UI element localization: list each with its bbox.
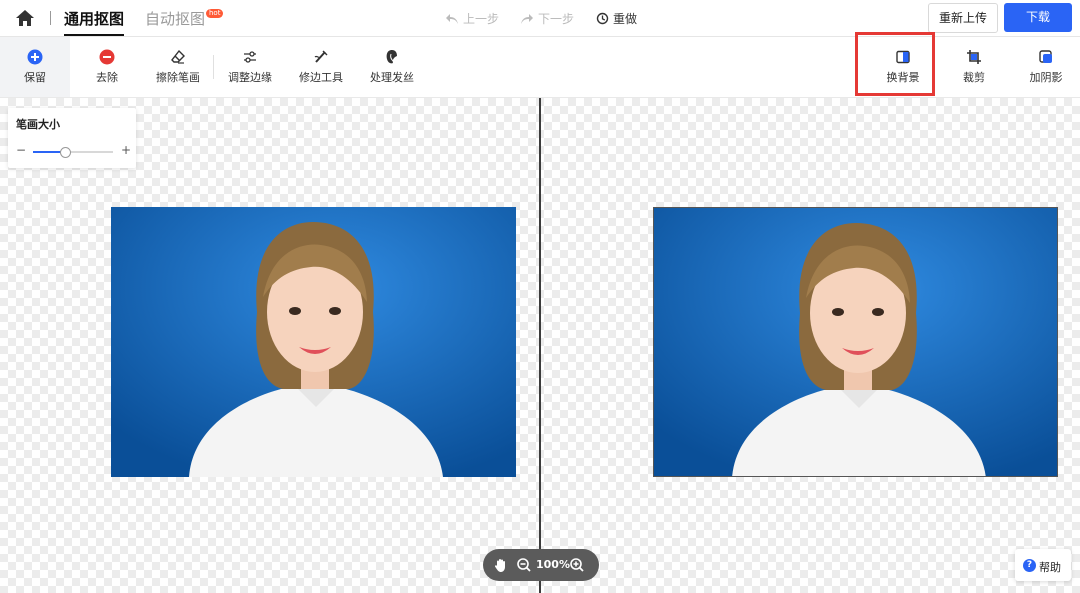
reset-label: 重做 bbox=[613, 12, 638, 26]
eraser-icon bbox=[171, 49, 185, 64]
remove-tool-label: 去除 bbox=[96, 71, 118, 84]
history-icon bbox=[596, 12, 609, 25]
hair-tool-label: 处理发丝 bbox=[370, 71, 414, 84]
redo-icon bbox=[521, 13, 533, 24]
home-icon[interactable] bbox=[14, 8, 36, 28]
reset-button[interactable]: 重做 bbox=[596, 10, 637, 27]
crop-icon bbox=[967, 50, 981, 64]
compare-divider[interactable] bbox=[539, 98, 541, 593]
keep-tool-label: 保留 bbox=[24, 71, 46, 84]
hair-icon bbox=[386, 50, 397, 64]
help-icon: ? bbox=[1023, 559, 1036, 572]
zoom-controls: 100% bbox=[483, 549, 599, 581]
divider bbox=[50, 11, 51, 25]
brush-increase-button[interactable]: + bbox=[121, 143, 131, 157]
original-photo bbox=[111, 207, 516, 477]
trim-tool-label: 修边工具 bbox=[299, 71, 343, 84]
reupload-button[interactable]: 重新上传 bbox=[928, 3, 998, 33]
undo-icon bbox=[446, 13, 458, 24]
crop-tool-label: 裁剪 bbox=[963, 71, 985, 84]
trim-tool[interactable]: 修边工具 bbox=[295, 37, 347, 97]
redo-label: 下一步 bbox=[538, 12, 575, 26]
plus-circle-icon bbox=[27, 49, 43, 65]
zoom-in-icon[interactable] bbox=[569, 557, 585, 573]
adjust-edge-label: 调整边缘 bbox=[228, 71, 272, 84]
help-label: 帮助 bbox=[1039, 561, 1061, 574]
undo-label: 上一步 bbox=[463, 12, 500, 26]
trim-brush-icon bbox=[314, 50, 328, 63]
add-shadow-label: 加阴影 bbox=[1029, 71, 1063, 84]
toolbar-divider bbox=[213, 55, 214, 79]
hot-badge: hot bbox=[206, 9, 224, 18]
zoom-level: 100% bbox=[536, 558, 570, 571]
tab-auto-cutout[interactable]: 自动抠图 bbox=[145, 8, 205, 29]
zoom-out-icon[interactable] bbox=[516, 557, 532, 573]
help-button[interactable]: ? 帮助 bbox=[1015, 549, 1071, 581]
undo-button[interactable]: 上一步 bbox=[445, 10, 499, 27]
highlight-box bbox=[855, 32, 935, 96]
add-shadow-tool[interactable]: 加阴影 bbox=[1024, 37, 1068, 97]
slider-thumb[interactable] bbox=[60, 147, 71, 158]
keep-tool[interactable]: 保留 bbox=[0, 37, 70, 97]
result-photo bbox=[653, 207, 1058, 477]
sliders-icon bbox=[244, 51, 256, 63]
shadow-icon bbox=[1039, 50, 1052, 63]
brush-size-panel: 笔画大小 − + bbox=[8, 108, 136, 168]
minus-circle-icon bbox=[99, 49, 115, 65]
redo-button[interactable]: 下一步 bbox=[520, 10, 574, 27]
erase-stroke-label: 擦除笔画 bbox=[156, 71, 200, 84]
tab-general-cutout[interactable]: 通用抠图 bbox=[64, 8, 125, 36]
crop-tool[interactable]: 裁剪 bbox=[954, 37, 994, 97]
brush-size-slider[interactable] bbox=[33, 147, 113, 158]
erase-stroke-tool[interactable]: 擦除笔画 bbox=[150, 37, 206, 97]
brush-size-title: 笔画大小 bbox=[16, 118, 60, 131]
brush-decrease-button[interactable]: − bbox=[16, 143, 26, 157]
adjust-edge-tool[interactable]: 调整边缘 bbox=[224, 37, 276, 97]
remove-tool[interactable]: 去除 bbox=[84, 37, 130, 97]
hair-tool[interactable]: 处理发丝 bbox=[366, 37, 418, 97]
hand-pan-icon[interactable] bbox=[493, 557, 509, 573]
download-button[interactable]: 下载 bbox=[1004, 3, 1072, 32]
